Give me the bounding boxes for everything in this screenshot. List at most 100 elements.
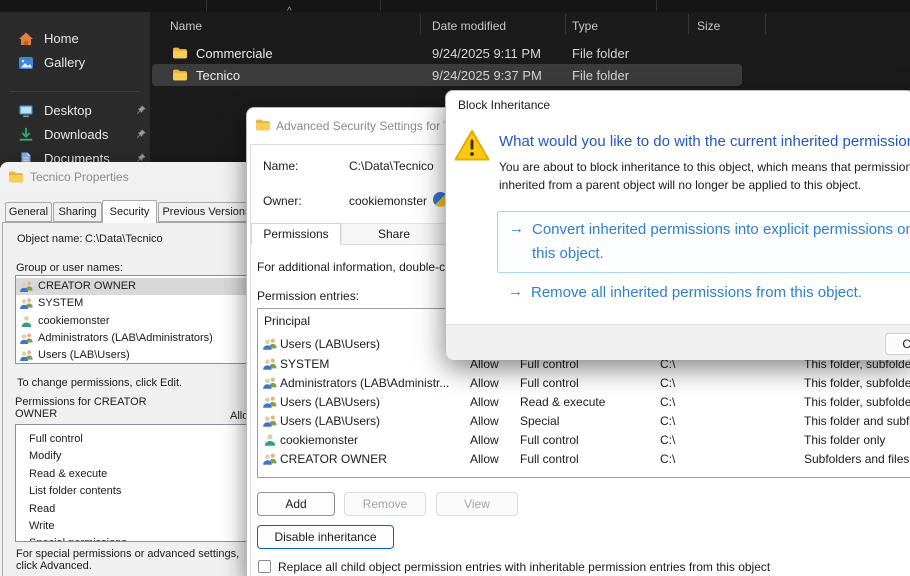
sidebar-item-home[interactable]: Home xyxy=(4,27,146,51)
edit-hint: To change permissions, click Edit. xyxy=(17,377,182,389)
permission-item[interactable]: Modify xyxy=(29,450,61,462)
sidebar-item-label: Gallery xyxy=(44,55,85,70)
file-row-tecnico-selected[interactable]: Tecnico 9/24/2025 9:37 PM File folder xyxy=(152,64,742,86)
warning-icon xyxy=(454,129,490,162)
desktop-icon xyxy=(18,103,34,119)
column-divider[interactable] xyxy=(420,14,421,34)
table-row[interactable]: cookiemonster Allow Full control C:\ Thi… xyxy=(258,431,910,450)
folder-icon xyxy=(172,45,188,61)
body-text-line1: You are about to block inheritance to th… xyxy=(499,160,910,174)
disable-inheritance-button[interactable]: Disable inheritance xyxy=(257,525,394,549)
arrow-right-icon: → xyxy=(509,220,524,237)
column-divider[interactable] xyxy=(688,14,689,34)
block-inheritance-dialog: Block Inheritance What would you like to… xyxy=(445,90,910,358)
group-icon xyxy=(262,394,278,410)
arrow-right-icon: → xyxy=(508,283,523,300)
list-item-system[interactable]: SYSTEM xyxy=(16,295,248,312)
table-header-principal[interactable]: Principal xyxy=(264,314,310,328)
replace-permissions-label: Replace all child object permission entr… xyxy=(278,560,770,574)
tab-security[interactable]: Security xyxy=(102,200,157,223)
dialog-title: Tecnico Properties xyxy=(30,170,129,184)
explorer-toolbar-strip xyxy=(0,0,910,12)
file-type: File folder xyxy=(572,68,629,83)
column-header-date-modified[interactable]: Date modified xyxy=(432,19,506,33)
downloads-icon xyxy=(18,127,34,143)
permission-item[interactable]: Special permissions xyxy=(29,537,127,542)
user-icon xyxy=(19,314,34,329)
name-label: Name: xyxy=(263,159,298,173)
owner-label: Owner: xyxy=(263,194,302,208)
block-inheritance-titlebar[interactable]: Block Inheritance xyxy=(446,91,910,117)
groups-label: Group or user names: xyxy=(16,262,123,274)
group-icon xyxy=(19,296,34,311)
file-date-modified: 9/24/2025 9:11 PM xyxy=(432,46,541,61)
column-divider[interactable] xyxy=(565,14,566,34)
file-type: File folder xyxy=(572,46,629,61)
group-user-listbox: CREATOR OWNER SYSTEM cookiemonster Admin… xyxy=(15,275,248,364)
owner-value: cookiemonster xyxy=(349,194,427,208)
sidebar-item-label: Downloads xyxy=(44,127,108,142)
list-item-users[interactable]: Users (LAB\Users) xyxy=(16,347,248,364)
group-icon xyxy=(262,451,278,467)
column-header-size[interactable]: Size xyxy=(697,19,720,33)
pin-icon xyxy=(135,104,147,116)
dialog-title: Block Inheritance xyxy=(458,98,550,112)
permission-item[interactable]: Write xyxy=(29,520,54,532)
tab-permissions[interactable]: Permissions xyxy=(251,223,341,245)
permission-item[interactable]: Read & execute xyxy=(29,468,107,480)
table-row[interactable]: CREATOR OWNER Allow Full control C:\ Sub… xyxy=(258,450,910,469)
permission-item[interactable]: Read xyxy=(29,503,55,515)
file-row-commerciale[interactable]: Commerciale 9/24/2025 9:11 PM File folde… xyxy=(151,42,761,64)
tab-previous-versions[interactable]: Previous Versions xyxy=(158,202,248,222)
permissions-for-label-line1: Permissions for CREATOR xyxy=(15,396,147,408)
group-icon xyxy=(262,336,278,352)
command-link-convert-permissions[interactable]: → Convert inherited permissions into exp… xyxy=(497,211,910,273)
pin-icon xyxy=(135,128,147,140)
table-row[interactable]: Users (LAB\Users) Allow Read & execute C… xyxy=(258,393,910,412)
list-item-administrators[interactable]: Administrators (LAB\Administrators) xyxy=(16,330,248,347)
column-header-name[interactable]: Name xyxy=(170,19,202,33)
column-divider[interactable] xyxy=(765,14,766,34)
user-icon xyxy=(262,432,278,448)
group-icon xyxy=(19,331,34,346)
view-button[interactable]: View xyxy=(436,492,518,516)
cancel-button[interactable]: Cancel xyxy=(885,333,910,355)
gallery-icon xyxy=(18,55,34,71)
folder-icon xyxy=(255,117,271,133)
folder-icon xyxy=(8,169,24,185)
dialog-footer: Cancel xyxy=(446,324,910,360)
add-button[interactable]: Add xyxy=(257,492,335,516)
sidebar-item-gallery[interactable]: Gallery xyxy=(4,51,146,75)
list-item-cookiemonster[interactable]: cookiemonster xyxy=(16,313,248,330)
toolbar-divider xyxy=(206,0,207,11)
home-icon xyxy=(18,31,34,47)
sidebar-item-desktop[interactable]: Desktop xyxy=(4,99,146,123)
tab-share[interactable]: Share xyxy=(341,223,447,245)
tab-sharing[interactable]: Sharing xyxy=(53,202,102,222)
sidebar-item-downloads[interactable]: Downloads xyxy=(4,123,146,147)
table-row[interactable]: Users (LAB\Users) Allow Special C:\ This… xyxy=(258,412,910,431)
file-name: Tecnico xyxy=(196,68,240,83)
table-row[interactable]: Administrators (LAB\Administr... Allow F… xyxy=(258,374,910,393)
object-name-value: C:\Data\Tecnico xyxy=(85,233,163,245)
properties-dialog: Tecnico Properties General Sharing Secur… xyxy=(0,162,248,576)
main-instruction: What would you like to do with the curre… xyxy=(499,133,910,150)
group-icon xyxy=(262,356,278,372)
advanced-hint-line2: click Advanced. xyxy=(16,560,92,572)
remove-button[interactable]: Remove xyxy=(344,492,426,516)
replace-permissions-checkbox[interactable] xyxy=(258,560,271,573)
sidebar-divider xyxy=(10,91,140,92)
group-icon xyxy=(262,413,278,429)
column-header-type[interactable]: Type xyxy=(572,19,598,33)
permission-item[interactable]: Full control xyxy=(29,433,83,445)
command-link-remove-permissions[interactable]: → Remove all inherited permissions from … xyxy=(497,279,910,307)
group-icon xyxy=(262,375,278,391)
list-item-creator-owner[interactable]: CREATOR OWNER xyxy=(16,278,248,295)
sort-ascending-icon: ^ xyxy=(287,6,292,17)
permission-item[interactable]: List folder contents xyxy=(29,485,121,497)
file-name: Commerciale xyxy=(196,46,273,61)
tab-general[interactable]: General xyxy=(5,202,52,222)
toolbar-divider xyxy=(656,0,657,11)
properties-titlebar[interactable]: Tecnico Properties xyxy=(0,162,248,192)
screen: Home Gallery Desktop Downloads Documents xyxy=(0,0,910,576)
